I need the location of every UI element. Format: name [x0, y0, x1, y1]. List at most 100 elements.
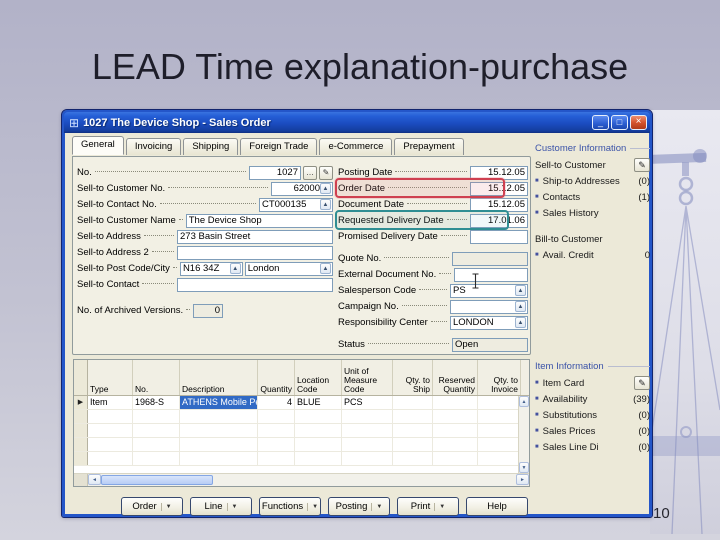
print-menu-button[interactable]: Print ▼ — [397, 497, 459, 516]
bullet-icon: ■ — [535, 380, 539, 386]
column-header[interactable]: Quantity — [258, 360, 295, 395]
functions-menu-button[interactable]: Functions ▼ — [259, 497, 321, 516]
link-avail-credit[interactable]: ■ Avail. Credit 0 — [535, 247, 650, 263]
scroll-up-icon[interactable]: ▲ — [519, 396, 529, 407]
link-substitutions[interactable]: ■ Substitutions (0) — [535, 407, 650, 423]
sell-to-address-2-input[interactable] — [177, 245, 333, 260]
link-sales-prices[interactable]: ■ Sales Prices (0) — [535, 423, 650, 439]
grid-horizontal-scrollbar[interactable]: ◄ ► — [74, 473, 529, 486]
cell-qty-to-invoice[interactable] — [478, 396, 521, 409]
link-sales-history[interactable]: ■ Sales History — [535, 205, 650, 221]
link-contacts[interactable]: ■ Contacts (1) — [535, 189, 650, 205]
link-sales-line-disc[interactable]: ■ Sales Line Di (0) — [535, 439, 650, 455]
empty-grid-row[interactable] — [74, 438, 529, 452]
order-date-input[interactable]: 15.12.05 — [470, 181, 528, 196]
grid-vertical-scrollbar[interactable]: ▲ ▼ — [518, 396, 529, 473]
tab-ecommerce[interactable]: e-Commerce — [319, 138, 393, 155]
posting-menu-button[interactable]: Posting ▼ — [328, 497, 390, 516]
edit-customer-card-button[interactable]: ✎ — [634, 158, 650, 172]
document-date-input[interactable]: 15.12.05 — [470, 197, 528, 212]
scrollbar-thumb[interactable] — [101, 475, 213, 485]
cell-qty-to-ship[interactable] — [393, 396, 433, 409]
window-titlebar[interactable]: ⊞ 1027 The Device Shop - Sales Order _ □… — [64, 112, 650, 133]
sales-line-row[interactable]: ▶ Item 1968-S ATHENS Mobile Ped 4 BLUE P… — [74, 396, 529, 410]
sell-to-customer-name-input[interactable]: The Device Shop — [185, 213, 333, 228]
cell-uom-code[interactable]: PCS — [342, 396, 393, 409]
column-header[interactable]: Reserved Quantity — [433, 360, 478, 395]
lookup-icon[interactable]: ▲ — [515, 317, 526, 328]
lookup-icon[interactable]: ▲ — [229, 263, 241, 274]
empty-grid-row[interactable] — [74, 410, 529, 424]
lookup-icon[interactable]: ▲ — [320, 183, 331, 194]
sell-to-address-input[interactable]: 273 Basin Street — [177, 229, 333, 244]
column-header[interactable]: Qty. to Ship — [393, 360, 433, 395]
lookup-icon[interactable]: ▲ — [320, 263, 331, 274]
responsibility-center-input[interactable]: LONDON ▲ — [450, 315, 528, 330]
tab-general[interactable]: General — [72, 136, 124, 155]
scrollbar-track[interactable] — [213, 474, 516, 486]
lookup-icon[interactable]: ▲ — [515, 285, 526, 296]
salesperson-code-input[interactable]: PS ▲ — [450, 283, 528, 298]
promised-delivery-date-input[interactable] — [470, 229, 528, 244]
scroll-left-icon[interactable]: ◄ — [88, 474, 101, 485]
tab-strip: General Invoicing Shipping Foreign Trade… — [72, 136, 464, 155]
cell-no[interactable]: 1968-S — [133, 396, 180, 409]
cell-description[interactable]: ATHENS Mobile Ped — [180, 396, 258, 409]
field-salesperson-code: Salesperson Code PS ▲ — [338, 283, 528, 298]
row-selector-cell[interactable]: ▶ — [74, 396, 88, 409]
column-header[interactable]: Location Code — [295, 360, 342, 395]
column-header[interactable]: Type — [88, 360, 133, 395]
edit-document-button[interactable]: ✎ — [319, 165, 333, 180]
cell-reserved-quantity[interactable] — [433, 396, 478, 409]
item-card-row[interactable]: ■ Item Card ✎ — [535, 375, 650, 391]
maximize-button[interactable]: □ — [611, 115, 628, 130]
column-header[interactable]: Unit of Measure Code — [342, 360, 393, 395]
city-input[interactable]: London ▲ — [244, 261, 333, 276]
order-menu-button[interactable]: Order ▼ — [121, 497, 183, 516]
link-label[interactable]: Sales Prices — [543, 426, 596, 437]
minimize-button[interactable]: _ — [592, 115, 609, 130]
link-label[interactable]: Item Card — [543, 378, 585, 389]
no-input[interactable]: 1027 — [249, 165, 301, 180]
sell-to-customer-no-input[interactable]: 62000 ▲ — [271, 181, 333, 196]
link-label[interactable]: Contacts — [543, 192, 581, 203]
posting-date-input[interactable]: 15.12.05 — [470, 165, 528, 180]
cell-location-code[interactable]: BLUE — [295, 396, 342, 409]
sell-to-contact-input[interactable] — [177, 277, 333, 292]
link-label[interactable]: Availability — [543, 394, 588, 405]
link-label[interactable]: Sales Line Di — [543, 442, 599, 453]
tab-foreign-trade[interactable]: Foreign Trade — [240, 138, 318, 155]
help-button[interactable]: Help — [466, 497, 528, 516]
requested-delivery-date-input[interactable]: 17.01.06 — [470, 213, 528, 228]
link-label[interactable]: Avail. Credit — [543, 250, 594, 261]
assist-edit-button[interactable]: … — [303, 165, 317, 180]
sell-to-contact-no-input[interactable]: CT000135 ▲ — [259, 197, 333, 212]
link-label[interactable]: Sales History — [543, 208, 599, 219]
post-code-input[interactable]: N16 34Z ▲ — [179, 261, 243, 276]
line-menu-button[interactable]: Line ▼ — [190, 497, 252, 516]
empty-grid-row[interactable] — [74, 424, 529, 438]
edit-item-card-button[interactable]: ✎ — [634, 376, 650, 390]
external-document-no-input[interactable] — [454, 267, 528, 282]
empty-grid-row[interactable] — [74, 452, 529, 466]
link-availability[interactable]: ■ Availability (39) — [535, 391, 650, 407]
link-label[interactable]: Ship-to Addresses — [543, 176, 620, 187]
tab-invoicing[interactable]: Invoicing — [125, 138, 182, 155]
tab-prepayment[interactable]: Prepayment — [394, 138, 464, 155]
lookup-icon[interactable]: ▲ — [320, 199, 331, 210]
close-button[interactable]: × — [630, 115, 647, 130]
campaign-no-input[interactable]: ▲ — [450, 299, 528, 314]
quote-no-value — [452, 251, 528, 266]
field-campaign-no: Campaign No. ▲ — [338, 299, 528, 314]
column-header[interactable]: Description — [180, 360, 258, 395]
scroll-right-icon[interactable]: ► — [516, 474, 529, 485]
column-header[interactable]: No. — [133, 360, 180, 395]
column-header[interactable]: Qty. to Invoice — [478, 360, 521, 395]
cell-quantity[interactable]: 4 — [258, 396, 295, 409]
cell-type[interactable]: Item — [88, 396, 133, 409]
link-ship-to-addresses[interactable]: ■ Ship-to Addresses (0) — [535, 173, 650, 189]
lookup-icon[interactable]: ▲ — [515, 301, 526, 312]
scroll-down-icon[interactable]: ▼ — [519, 462, 529, 473]
link-label[interactable]: Substitutions — [543, 410, 597, 421]
tab-shipping[interactable]: Shipping — [183, 138, 239, 155]
